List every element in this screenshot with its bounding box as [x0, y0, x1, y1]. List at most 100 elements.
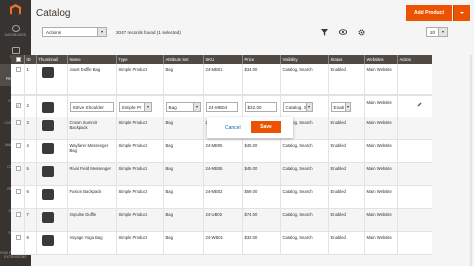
websites-cell: Main Website: [365, 117, 398, 139]
row-checkbox[interactable]: [15, 143, 21, 148]
name-input[interactable]: Strive Shoulder: [69, 102, 114, 112]
row-checkbox[interactable]: [15, 120, 21, 125]
filter-icon[interactable]: [320, 28, 328, 36]
row-checkbox[interactable]: [15, 212, 21, 217]
table-row[interactable]: 7 Impulse Duffle Simple Product Bag 24-UB02 $…: [11, 209, 432, 232]
sku-cell: 24-MB02: [204, 186, 243, 208]
col-attribute-set[interactable]: Attribute Set: [164, 55, 204, 64]
add-product-button[interactable]: Add Product: [406, 5, 452, 21]
row-checkbox-checked[interactable]: ✓: [15, 103, 21, 108]
id-cell: 3: [25, 117, 37, 139]
col-name[interactable]: Name: [68, 55, 117, 64]
product-thumbnail[interactable]: [41, 143, 54, 154]
id-cell: 6: [25, 186, 37, 208]
chevron-down-icon: [305, 103, 312, 111]
table-row[interactable]: 4 Wayfarer Messenger Bag Simple Product Bag…: [11, 140, 432, 163]
attr-cell: Bag: [164, 140, 204, 162]
save-button[interactable]: Save: [251, 121, 281, 133]
gear-icon[interactable]: [357, 28, 365, 36]
type-cell: Simple Product: [117, 64, 164, 94]
sku-input[interactable]: 24-MB04: [205, 102, 238, 112]
product-thumbnail[interactable]: [41, 67, 54, 78]
visibility-select[interactable]: Catalog, S: [282, 102, 313, 112]
visibility-cell: Catalog, Search: [281, 64, 329, 94]
row-checkbox[interactable]: [15, 166, 21, 171]
table-row[interactable]: 6 Fusion Backpack Simple Product Bag 24-MB02…: [11, 186, 432, 209]
attribute-set-select[interactable]: Bag: [165, 102, 201, 112]
product-thumbnail[interactable]: [41, 166, 54, 177]
chevron-down-icon: [344, 103, 350, 111]
row-checkbox[interactable]: [15, 189, 21, 194]
eye-icon[interactable]: [339, 28, 347, 36]
table-row[interactable]: 5 Rival Field Messenger Simple Product Bag 2…: [11, 163, 432, 186]
pencil-icon[interactable]: [417, 102, 422, 107]
websites-cell: Main Website: [365, 209, 398, 231]
inline-edit-row: ✓ 2 Strive Shoulder Simple Pr Bag 24-MB0…: [11, 95, 432, 117]
product-thumbnail[interactable]: [41, 189, 54, 200]
inline-edit-actions: Cancel Save: [207, 117, 293, 138]
attribute-set-value: Bag: [168, 104, 177, 110]
col-websites[interactable]: Websites: [365, 55, 398, 64]
magento-logo[interactable]: [0, 0, 31, 20]
status-cell: Enabled: [329, 186, 365, 208]
cancel-button[interactable]: Cancel: [225, 125, 241, 131]
actions-dropdown[interactable]: Actions: [42, 27, 107, 37]
col-status[interactable]: Status: [329, 55, 365, 64]
sidebar-item-label: Dashboard: [4, 32, 27, 37]
thumbnail-cell: [37, 163, 68, 185]
price-cell: $32.00: [243, 96, 281, 117]
status-cell: Enabled: [329, 209, 365, 231]
grid-scrollbar[interactable]: [470, 55, 472, 266]
col-visibility[interactable]: Visibility: [281, 55, 329, 64]
col-sku[interactable]: SKU: [204, 55, 243, 64]
select-all-checkbox[interactable]: [15, 57, 21, 62]
websites-cell: Main Website: [365, 140, 398, 162]
records-count: 2047 records found (1 selected): [116, 29, 181, 35]
row-checkbox[interactable]: [15, 235, 21, 240]
thumbnail-cell: [37, 186, 68, 208]
attr-cell: Bag: [164, 163, 204, 185]
status-select[interactable]: Enab: [330, 102, 351, 112]
attr-cell: Bag: [164, 186, 204, 208]
row-select-cell: [11, 64, 25, 94]
type-cell: Simple Product: [117, 117, 164, 139]
websites-cell: Main Website: [365, 163, 398, 185]
product-thumbnail[interactable]: [41, 235, 54, 246]
col-type[interactable]: Type: [117, 55, 164, 64]
action-cell: [398, 96, 432, 117]
status-cell: Enabled: [329, 232, 365, 254]
thumbnail-cell: [37, 140, 68, 162]
status-cell: Enab: [329, 96, 365, 117]
thumbnail-cell: [37, 96, 68, 117]
websites-cell: Main Website: [365, 64, 398, 94]
product-thumbnail[interactable]: [41, 102, 54, 113]
visibility-value: Catalog, S: [285, 104, 307, 110]
add-product-dropdown-button[interactable]: [453, 5, 470, 21]
product-thumbnail[interactable]: [41, 120, 54, 131]
row-checkbox[interactable]: [15, 67, 21, 72]
chevron-down-icon: [143, 103, 151, 111]
col-price[interactable]: Price: [243, 55, 281, 64]
select-all-column[interactable]: [11, 55, 25, 64]
name-cell: Joust Duffle Bag: [68, 64, 117, 94]
type-cell: Simple Product: [117, 232, 164, 254]
price-input[interactable]: $32.00: [244, 102, 277, 112]
visibility-cell: Catalog, Search: [281, 163, 329, 185]
type-cell: Simple Product: [117, 140, 164, 162]
table-row[interactable]: 1 Joust Duffle Bag Simple Product Bag 24-MB0…: [11, 64, 432, 95]
dollar-icon: [11, 46, 20, 54]
grid-toolbar: Actions 2047 records found (1 selected) …: [42, 27, 472, 39]
status-cell: Enabled: [329, 140, 365, 162]
product-thumbnail[interactable]: [41, 212, 54, 223]
table-row[interactable]: 8 Voyage Yoga Bag Simple Product Bag 24-WB01…: [11, 232, 432, 255]
id-cell: 1: [25, 64, 37, 94]
sidebar-item-dashboard[interactable]: Dashboard: [0, 20, 31, 42]
type-select[interactable]: Simple Pr: [118, 102, 152, 112]
type-cell: Simple Product: [117, 186, 164, 208]
col-id[interactable]: ID: [25, 55, 37, 64]
per-page-select[interactable]: 20: [426, 27, 448, 37]
per-page-value: 20: [430, 29, 436, 35]
status-cell: Enabled: [329, 64, 365, 94]
col-thumbnail[interactable]: Thumbnail: [37, 55, 68, 64]
id-cell: 2: [25, 96, 37, 117]
